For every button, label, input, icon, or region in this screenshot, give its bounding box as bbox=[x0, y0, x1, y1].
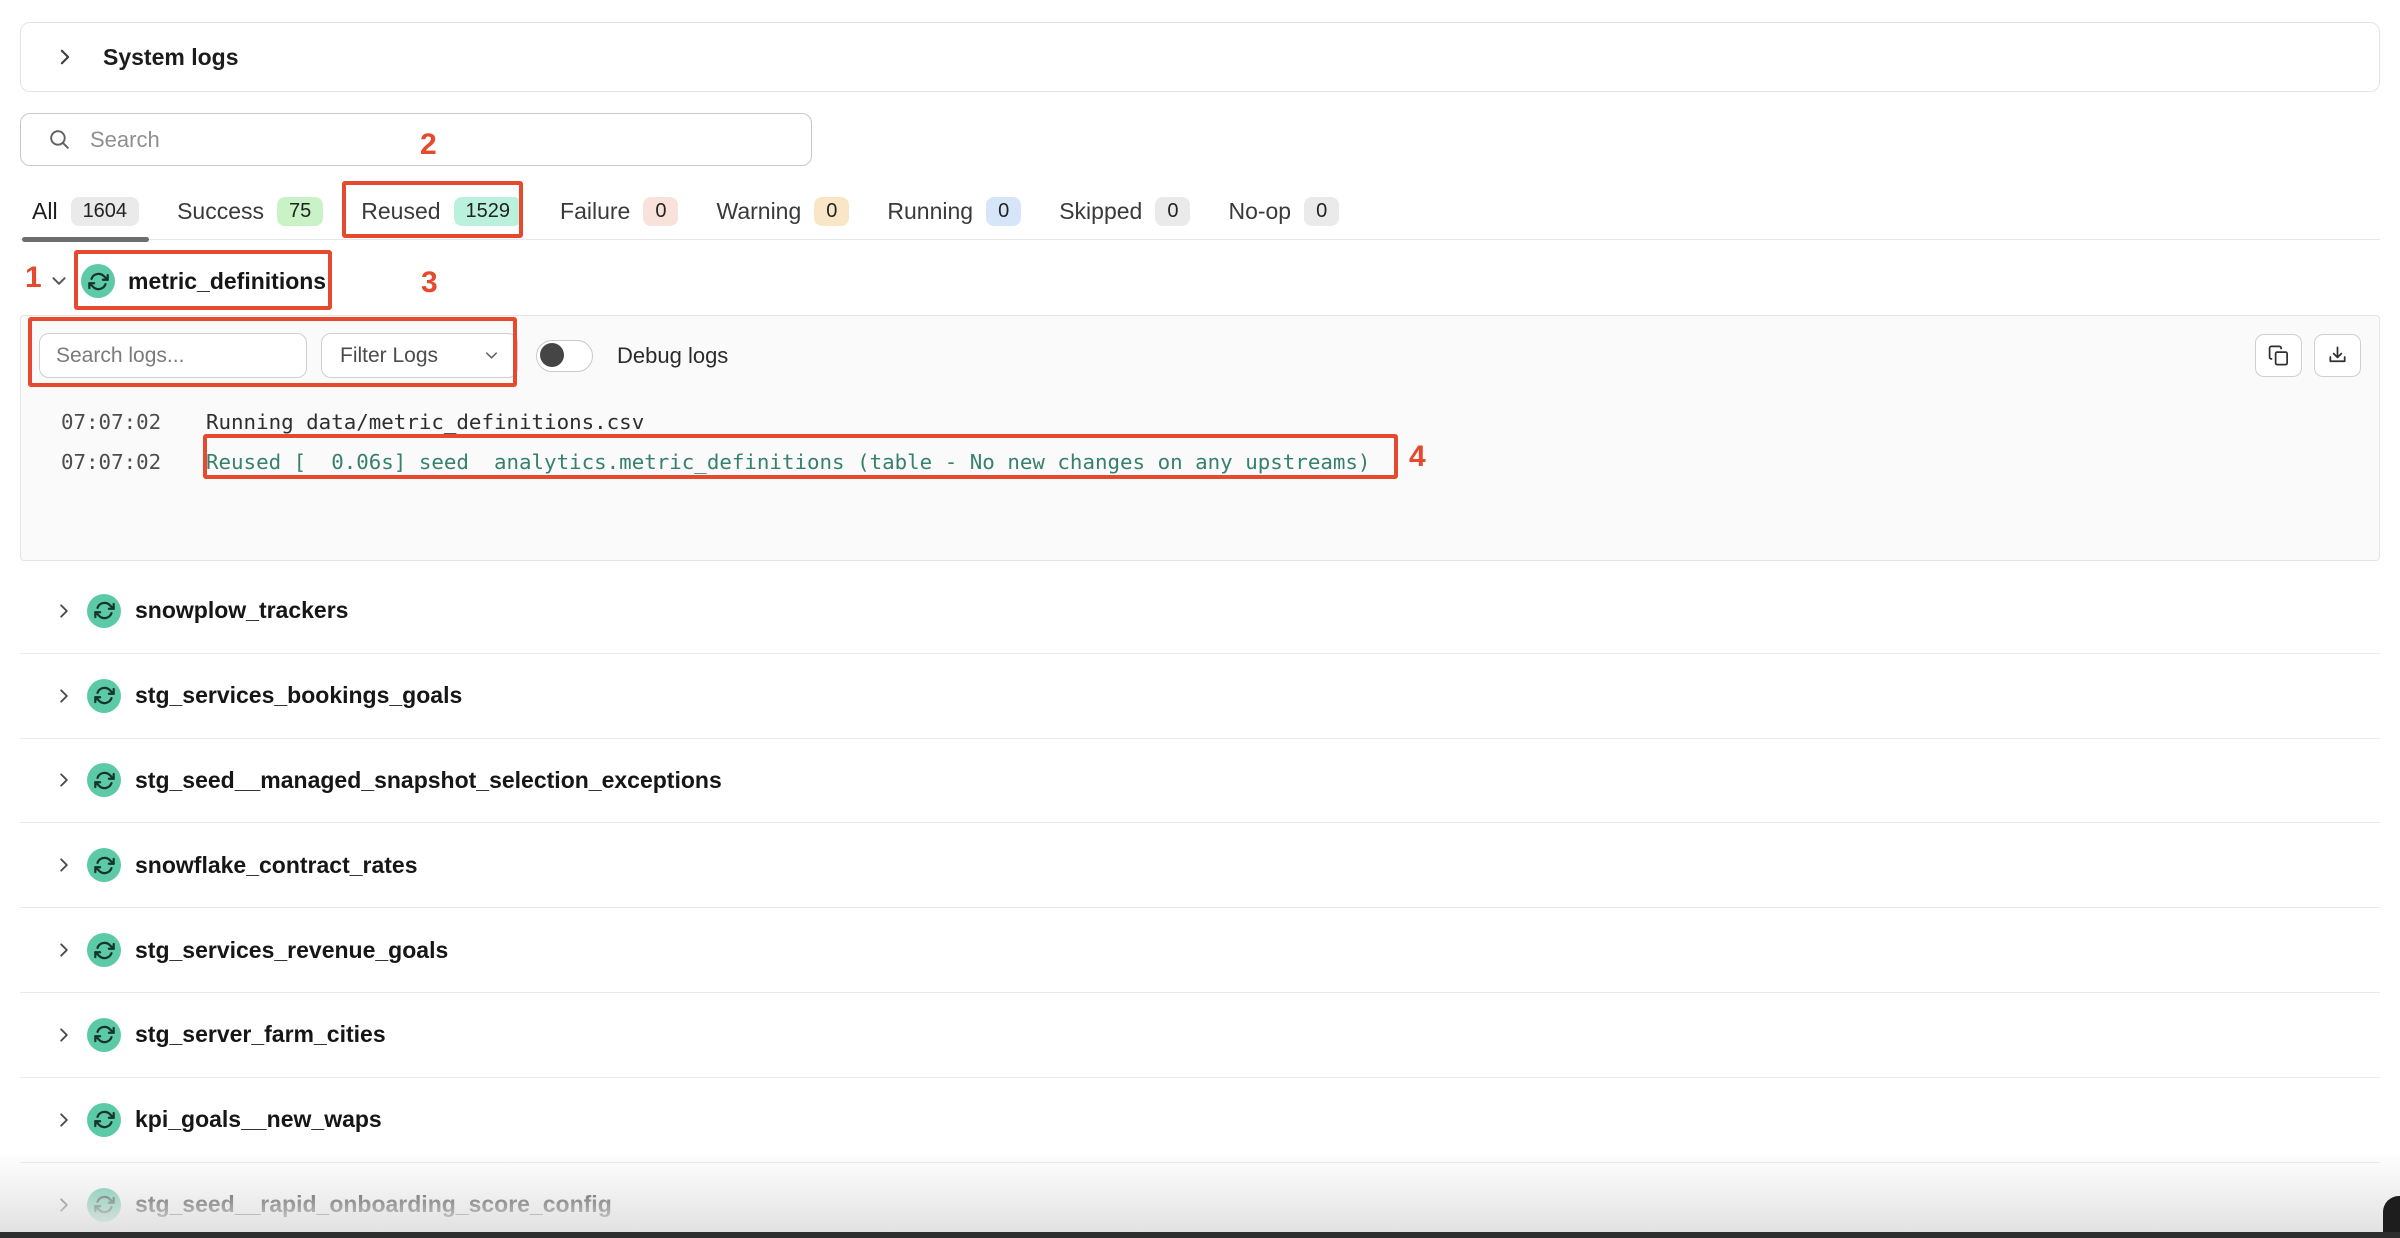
search-logs-field bbox=[39, 333, 307, 378]
chevron-right-icon bbox=[55, 687, 73, 705]
log-message: Reused [ 0.06s] seed analytics.metric_de… bbox=[206, 450, 1370, 474]
chevron-down-icon bbox=[484, 348, 499, 363]
download-logs-button[interactable] bbox=[2314, 334, 2361, 377]
log-console-panel: Filter Logs Debug logs 07:07:02 Running … bbox=[20, 315, 2380, 561]
copy-logs-button[interactable] bbox=[2255, 334, 2302, 377]
chevron-right-icon bbox=[55, 941, 73, 959]
group-label: stg_server_farm_cities bbox=[135, 1021, 386, 1048]
page-title: System logs bbox=[103, 44, 239, 71]
log-timestamp: 07:07:02 bbox=[61, 450, 206, 474]
tab-warning-count-badge: 0 bbox=[814, 197, 849, 226]
log-line: 07:07:02 Reused [ 0.06s] seed analytics.… bbox=[61, 442, 2339, 482]
log-output: 07:07:02 Running data/metric_definitions… bbox=[61, 402, 2339, 482]
debug-logs-label: Debug logs bbox=[617, 343, 728, 369]
group-row-snowflake-contract-rates[interactable]: snowflake_contract_rates bbox=[20, 823, 2380, 908]
group-row-snowplow-trackers[interactable]: snowplow_trackers bbox=[20, 569, 2380, 654]
group-row-stg-services-revenue-goals[interactable]: stg_services_revenue_goals bbox=[20, 908, 2380, 993]
reused-status-icon bbox=[87, 763, 121, 797]
group-row-metric-definitions[interactable]: metric_definitions bbox=[20, 250, 326, 312]
tab-noop-count-badge: 0 bbox=[1304, 197, 1339, 226]
tab-failure[interactable]: Failure 0 bbox=[560, 183, 678, 239]
system-logs-page: System logs All 1604 Success 75 Reused 1… bbox=[0, 0, 2400, 1238]
system-logs-header-card[interactable]: System logs bbox=[20, 22, 2380, 92]
group-label: snowflake_contract_rates bbox=[135, 852, 418, 879]
filter-logs-dropdown[interactable]: Filter Logs bbox=[321, 333, 518, 378]
reused-status-icon bbox=[87, 1188, 121, 1222]
tab-warning[interactable]: Warning 0 bbox=[716, 183, 849, 239]
tab-reused[interactable]: Reused 1529 bbox=[361, 183, 522, 239]
chevron-down-icon[interactable] bbox=[50, 272, 68, 290]
reused-status-icon bbox=[87, 679, 121, 713]
group-label: snowplow_trackers bbox=[135, 597, 348, 624]
tab-skipped-count-badge: 0 bbox=[1155, 197, 1190, 226]
chevron-right-icon bbox=[55, 1111, 73, 1129]
debug-logs-toggle[interactable] bbox=[536, 340, 593, 372]
toggle-knob bbox=[540, 343, 564, 367]
group-label: stg_services_bookings_goals bbox=[135, 682, 462, 709]
reused-status-icon bbox=[87, 1018, 121, 1052]
bottom-right-dark-corner bbox=[2383, 1196, 2400, 1232]
group-label: stg_services_revenue_goals bbox=[135, 937, 448, 964]
annotation-number-3: 3 bbox=[421, 266, 438, 300]
chevron-right-icon bbox=[55, 1196, 73, 1214]
search-logs-input[interactable] bbox=[56, 344, 290, 368]
log-line: 07:07:02 Running data/metric_definitions… bbox=[61, 402, 2339, 442]
tab-running[interactable]: Running 0 bbox=[887, 183, 1021, 239]
search-input[interactable] bbox=[90, 127, 811, 153]
log-message: Running data/metric_definitions.csv bbox=[206, 410, 644, 434]
reused-status-icon bbox=[87, 594, 121, 628]
group-row-kpi-goals-new-waps[interactable]: kpi_goals__new_waps bbox=[20, 1078, 2380, 1163]
group-label: stg_seed__rapid_onboarding_score_config bbox=[135, 1191, 612, 1218]
status-tabs: All 1604 Success 75 Reused 1529 Failure … bbox=[20, 183, 2380, 240]
group-row-stg-services-bookings-goals[interactable]: stg_services_bookings_goals bbox=[20, 654, 2380, 739]
bottom-edge-bar bbox=[0, 1232, 2400, 1238]
tab-noop[interactable]: No-op 0 bbox=[1228, 183, 1339, 239]
group-label: metric_definitions bbox=[128, 268, 326, 295]
chevron-right-icon bbox=[55, 1026, 73, 1044]
tab-all[interactable]: All 1604 bbox=[32, 183, 139, 239]
tab-failure-count-badge: 0 bbox=[643, 197, 678, 226]
tab-running-count-badge: 0 bbox=[986, 197, 1021, 226]
chevron-right-icon bbox=[55, 771, 73, 789]
log-controls: Filter Logs Debug logs bbox=[39, 333, 2361, 378]
chevron-right-icon bbox=[55, 856, 73, 874]
group-row-stg-seed-rapid-onboarding-score-config[interactable]: stg_seed__rapid_onboarding_score_config bbox=[20, 1163, 2380, 1238]
log-timestamp: 07:07:02 bbox=[61, 410, 206, 434]
tab-reused-count-badge: 1529 bbox=[454, 197, 523, 226]
group-row-stg-server-farm-cities[interactable]: stg_server_farm_cities bbox=[20, 993, 2380, 1078]
group-label: stg_seed__managed_snapshot_selection_exc… bbox=[135, 767, 722, 794]
chevron-right-icon bbox=[55, 602, 73, 620]
global-search bbox=[20, 113, 812, 166]
group-label: kpi_goals__new_waps bbox=[135, 1106, 382, 1133]
chevron-right-icon bbox=[55, 47, 75, 67]
tab-skipped[interactable]: Skipped 0 bbox=[1059, 183, 1190, 239]
group-list: snowplow_trackers stg_services_bookings_… bbox=[20, 569, 2380, 1238]
tab-all-count-badge: 1604 bbox=[71, 197, 140, 226]
reused-status-icon bbox=[87, 933, 121, 967]
reused-status-icon bbox=[81, 264, 115, 298]
reused-status-icon bbox=[87, 848, 121, 882]
group-row-stg-seed-managed-snapshot-selection-exceptions[interactable]: stg_seed__managed_snapshot_selection_exc… bbox=[20, 739, 2380, 824]
tab-success[interactable]: Success 75 bbox=[177, 183, 323, 239]
reused-status-icon bbox=[87, 1103, 121, 1137]
search-icon bbox=[47, 127, 72, 152]
tab-success-count-badge: 75 bbox=[277, 197, 323, 226]
